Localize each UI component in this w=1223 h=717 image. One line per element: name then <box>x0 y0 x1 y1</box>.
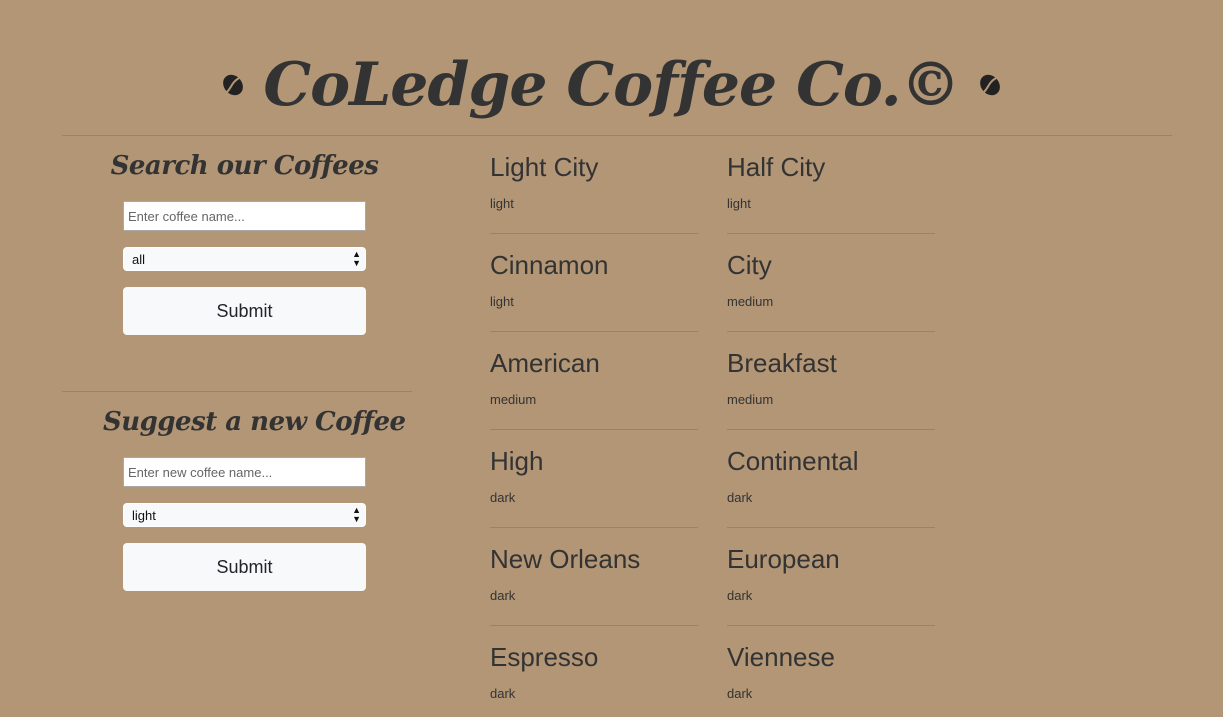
coffee-roast: light <box>490 294 514 309</box>
coffee-divider <box>727 429 935 430</box>
coffee-roast: medium <box>727 392 774 407</box>
suggest-roast-select[interactable]: light ▲ ▼ <box>123 503 366 527</box>
coffee-name: Viennese <box>727 642 835 672</box>
site-title: CoLedge Coffee Co.© <box>263 50 960 120</box>
coffee-item: American medium <box>490 346 698 444</box>
search-submit-button[interactable]: Submit <box>123 287 366 335</box>
coffee-roast: dark <box>490 490 516 505</box>
coffee-name: Continental <box>727 446 859 476</box>
site-header: CoLedge Coffee Co.© <box>0 40 1223 130</box>
search-title: Search our Coffees <box>110 151 379 181</box>
coffee-bean-icon <box>979 74 1000 96</box>
select-arrows-icon: ▲ ▼ <box>352 249 361 268</box>
search-roast-select[interactable]: all ▲ ▼ <box>123 247 366 271</box>
coffee-name: Light City <box>490 152 599 182</box>
coffee-divider <box>490 233 698 234</box>
coffee-name: Breakfast <box>727 348 837 378</box>
coffee-roast: dark <box>727 588 753 603</box>
coffee-roast: medium <box>490 392 537 407</box>
coffee-roast: dark <box>490 686 516 701</box>
suggest-roast-selected: light <box>132 507 156 523</box>
search-input[interactable] <box>123 201 366 231</box>
coffee-divider <box>490 331 698 332</box>
coffee-item: New Orleans dark <box>490 542 698 640</box>
coffee-item: Breakfast medium <box>727 346 935 444</box>
coffee-roast: dark <box>490 588 516 603</box>
coffee-roast: dark <box>727 686 753 701</box>
suggest-input[interactable] <box>123 457 366 487</box>
coffee-divider <box>490 429 698 430</box>
coffee-roast: light <box>727 196 751 211</box>
coffee-name: American <box>490 348 600 378</box>
coffee-divider <box>727 331 935 332</box>
coffee-roast: medium <box>727 294 774 309</box>
coffee-name: Espresso <box>490 642 599 672</box>
coffee-name: High <box>490 446 544 476</box>
coffee-item: European dark <box>727 542 935 640</box>
page: CoLedge Coffee Co.© Search our Coffees a… <box>0 0 1223 717</box>
coffee-item: Viennese dark <box>727 640 935 717</box>
coffee-divider <box>490 625 698 626</box>
select-arrows-icon: ▲ ▼ <box>352 505 361 524</box>
coffee-divider <box>727 233 935 234</box>
coffee-item: Continental dark <box>727 444 935 542</box>
search-roast-selected: all <box>132 251 146 267</box>
coffee-item: Espresso dark <box>490 640 698 717</box>
coffee-bean-icon <box>223 74 244 96</box>
coffee-roast: light <box>490 196 514 211</box>
coffee-name: Cinnamon <box>490 250 609 280</box>
coffee-name: City <box>727 250 772 280</box>
coffee-name: New Orleans <box>490 544 641 574</box>
coffee-roast: dark <box>727 490 753 505</box>
coffee-name: European <box>727 544 840 574</box>
coffee-divider <box>727 527 935 528</box>
coffee-item: Half City light <box>727 150 935 248</box>
coffee-item: City medium <box>727 248 935 346</box>
coffee-item: Cinnamon light <box>490 248 698 346</box>
sidebar-divider <box>62 391 412 392</box>
coffee-name: Half City <box>727 152 826 182</box>
coffee-divider <box>490 527 698 528</box>
suggest-submit-button[interactable]: Submit <box>123 543 366 591</box>
coffee-item: High dark <box>490 444 698 542</box>
coffee-item: Light City light <box>490 150 698 248</box>
header-divider <box>62 135 1172 136</box>
coffee-divider <box>727 625 935 626</box>
suggest-title: Suggest a new Coffee <box>103 407 406 437</box>
